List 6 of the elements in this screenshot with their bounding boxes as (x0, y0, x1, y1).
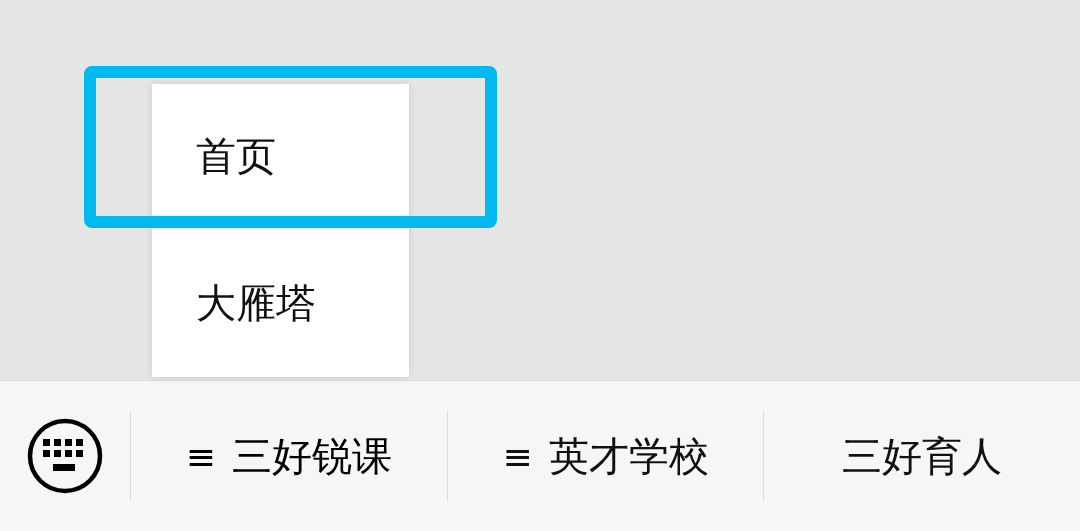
keyboard-icon[interactable] (27, 418, 103, 494)
menu-tab[interactable]: 三好育人 (763, 411, 1080, 501)
submenu-item[interactable]: 首页 (152, 84, 409, 228)
submenu-item[interactable]: 大雁塔 (152, 228, 409, 377)
menu-tab[interactable]: ≡ 三好锐课 (130, 411, 447, 501)
menu-tab[interactable]: ≡ 英才学校 (446, 411, 764, 501)
